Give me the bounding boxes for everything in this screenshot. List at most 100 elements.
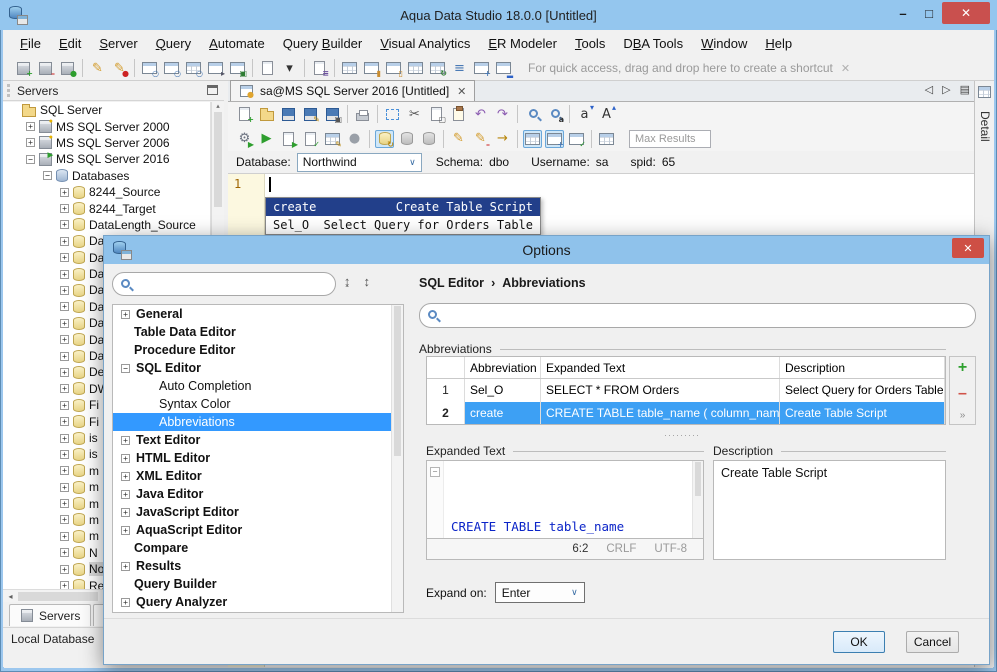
commit-icon[interactable] (397, 130, 416, 148)
cut-icon[interactable]: ✂ (405, 105, 424, 123)
run-icon[interactable]: ▶ (257, 130, 276, 148)
expand-icon[interactable]: + (121, 453, 130, 463)
query-analyzer-grid-icon[interactable]: ○ (184, 59, 203, 78)
find-replace-icon[interactable]: a (545, 105, 564, 124)
options-tree-item[interactable]: Query Builder (113, 575, 403, 593)
format-sql-icon[interactable]: ✎ (449, 130, 468, 148)
more-options-button[interactable]: » (960, 411, 966, 421)
expand-icon[interactable]: + (60, 253, 69, 263)
windows-stack-icon[interactable]: ▣ (228, 59, 247, 78)
options-tree-item[interactable]: + XML Editor (113, 467, 403, 485)
tree-item[interactable]: − Databases (3, 168, 210, 184)
expand-icon[interactable]: + (60, 548, 69, 558)
expand-icon[interactable]: + (26, 122, 35, 132)
tree-item[interactable]: + MS SQL Server 2000 (3, 118, 210, 134)
detach-editor-icon[interactable]: ✎ ● (110, 59, 129, 78)
results-options-icon[interactable]: ✓ (567, 130, 586, 148)
autocomplete-item[interactable]: Sel_O Select Query for Orders Table (266, 216, 540, 234)
register-server-icon[interactable]: + (14, 59, 33, 78)
copy-icon[interactable]: ▢ (427, 105, 446, 124)
cancel-button[interactable]: Cancel (906, 631, 959, 653)
menu-window[interactable]: Window (692, 32, 756, 55)
description-editor[interactable]: Create Table Script (713, 460, 946, 560)
expand-icon[interactable]: + (121, 597, 130, 607)
expand-icon[interactable]: + (60, 384, 69, 394)
save-all-icon[interactable]: ▣ (323, 105, 342, 124)
menu-query[interactable]: Query (147, 32, 200, 55)
options-tree-scrollbar[interactable] (391, 305, 403, 612)
options-close-button[interactable]: ✕ (952, 238, 984, 258)
menu-help[interactable]: Help (756, 32, 801, 55)
connect-server-icon[interactable]: ● (58, 59, 77, 78)
minimize-button[interactable]: – (890, 2, 916, 24)
expand-icon[interactable]: + (60, 318, 69, 328)
expand-icon[interactable]: + (26, 138, 35, 148)
chart-view-icon[interactable]: ▂ (494, 59, 513, 78)
expand-icon[interactable]: + (60, 187, 69, 197)
expand-icon[interactable]: + (60, 466, 69, 476)
expand-icon[interactable]: + (121, 525, 130, 535)
database-select[interactable]: Northwind ∨ (296, 152, 422, 172)
tab-scroll-left-icon[interactable]: ◁ (925, 83, 933, 96)
options-tree-item[interactable]: Syntax Color (113, 395, 403, 413)
decrease-font-icon[interactable]: a ▾ (575, 104, 594, 123)
tree-item[interactable]: + MS SQL Server 2006 (3, 134, 210, 151)
abbreviations-search-input[interactable] (441, 308, 967, 323)
options-tree-item[interactable]: + Query Analyzer (113, 593, 403, 611)
menu-file[interactable]: File (11, 32, 50, 55)
open-script-icon[interactable]: ≡ (310, 59, 329, 78)
menu-visual-analytics[interactable]: Visual Analytics (371, 32, 479, 55)
close-button[interactable]: ✕ (942, 2, 990, 24)
collapse-icon[interactable]: − (43, 171, 52, 181)
expand-icon[interactable]: + (60, 236, 69, 246)
expand-icon[interactable]: + (121, 309, 130, 319)
maximize-button[interactable]: □ (916, 2, 942, 24)
menu-automate[interactable]: Automate (200, 32, 274, 55)
expand-icon[interactable]: + (60, 204, 69, 214)
expand-icon[interactable]: + (60, 269, 69, 279)
tab-query-window[interactable]: ● sa@MS SQL Server 2016 [Untitled] ✕ (230, 80, 476, 101)
stop-icon[interactable]: ● (345, 130, 364, 148)
options-tree-item[interactable]: Compare (113, 539, 403, 557)
table-row[interactable]: 1 Sel_O SELECT * FROM Orders Select Query f… (427, 379, 945, 402)
tab-close-icon[interactable]: ✕ (457, 85, 466, 98)
tree-item[interactable]: +8244_Target (3, 200, 210, 216)
menu-server[interactable]: Server (90, 32, 146, 55)
edit-grid-icon[interactable]: ✎ (323, 130, 342, 148)
tree-item[interactable]: + DataLength_Source (3, 217, 210, 233)
table-data-view-icon[interactable] (340, 59, 359, 77)
unregister-server-icon[interactable]: – (36, 59, 55, 78)
grid-view-icon[interactable] (406, 59, 425, 77)
table-row[interactable]: 2 create CREATE TABLE table_name ( column_… (427, 401, 945, 424)
menu-query-builder[interactable]: Query Builder (274, 32, 371, 55)
expand-icon[interactable]: + (60, 482, 69, 492)
add-abbreviation-button[interactable]: + (958, 360, 967, 376)
window-restore-icon[interactable]: ▸ (206, 59, 225, 78)
document-dropdown-icon[interactable]: ▾ (280, 59, 299, 77)
expand-icon[interactable]: + (60, 220, 69, 230)
collapse-icon[interactable]: − (121, 363, 130, 373)
options-tree-item[interactable]: + Results (113, 557, 403, 575)
validate-icon[interactable]: ✓ (301, 130, 320, 148)
dismiss-hint-icon[interactable]: ✕ (841, 62, 850, 75)
er-view-icon[interactable]: + (472, 59, 491, 78)
options-tree-item[interactable]: Auto Completion (113, 377, 403, 395)
menu-edit[interactable]: Edit (50, 32, 90, 55)
options-tree-item[interactable]: Abbreviations (113, 413, 403, 431)
scroll-left-icon[interactable]: ◂ (3, 592, 18, 601)
menu-er-modeler[interactable]: ER Modeler (479, 32, 566, 55)
collapse-all-icon[interactable]: ↕ (364, 274, 371, 289)
splitter-grip[interactable]: ········· (664, 430, 700, 440)
save-icon[interactable] (279, 105, 298, 123)
expand-icon[interactable]: + (60, 499, 69, 509)
code-scrollbar[interactable] (692, 461, 703, 538)
list-view-icon[interactable]: ≡ (450, 59, 469, 77)
detail-view-icon[interactable]: ▮ (362, 59, 381, 78)
expand-icon[interactable]: + (60, 417, 69, 427)
results-tree-toggle-icon[interactable]: + (545, 129, 564, 148)
options-tree-item[interactable]: + Text Editor (113, 431, 403, 449)
form-view-icon[interactable]: ▯ (384, 59, 403, 78)
redo-icon[interactable]: ↷ (493, 105, 512, 123)
options-tree-item[interactable]: Table Data Editor (113, 323, 403, 341)
expand-icon[interactable]: + (60, 515, 69, 525)
